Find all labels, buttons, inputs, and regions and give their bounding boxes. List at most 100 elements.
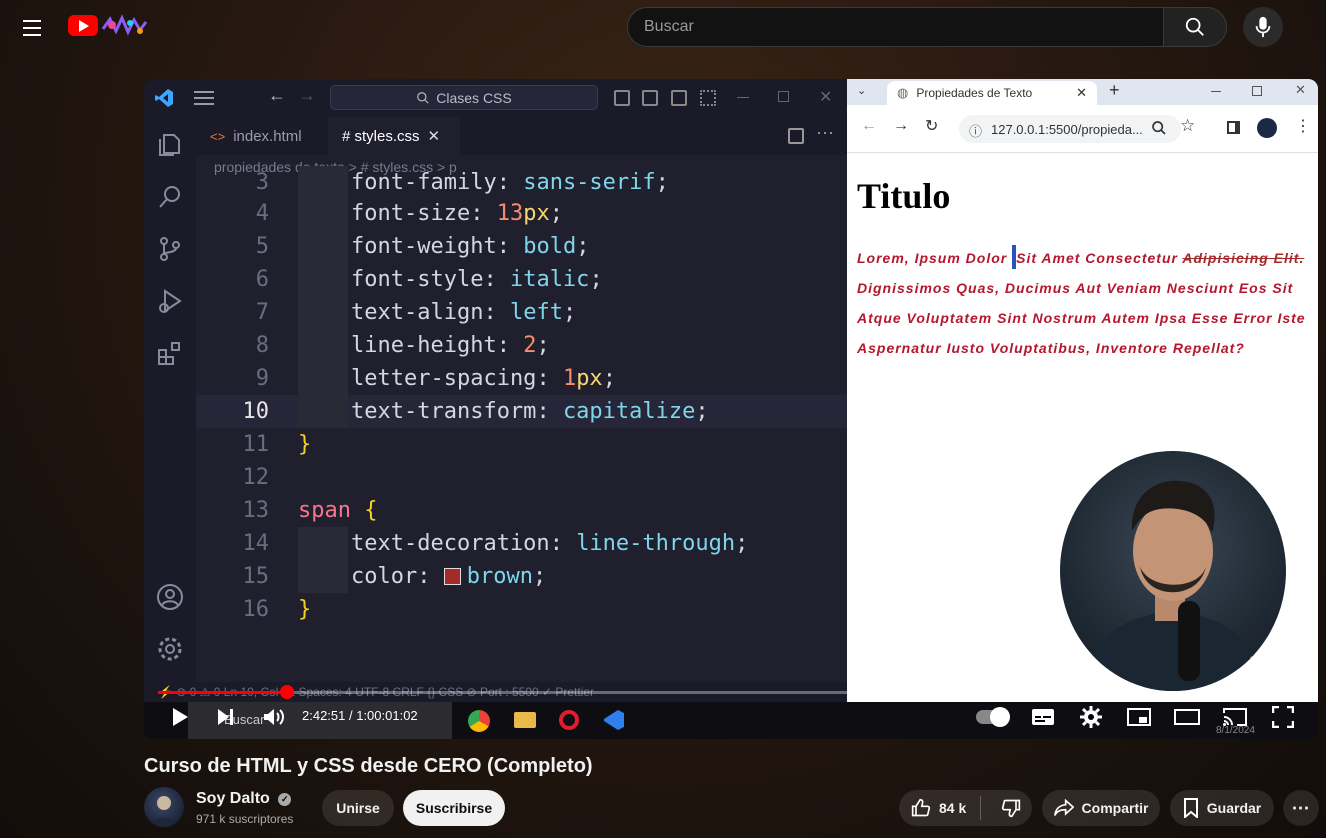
run-debug-icon[interactable] [156,287,184,315]
closing-brace: } [298,597,312,622]
css-property: font-style [351,267,484,292]
css-number: 1 [562,366,577,391]
subtitles-button[interactable] [1028,703,1058,731]
css-selector: span [298,498,351,523]
code-line: 7 text-align: left; [196,296,847,329]
menu-button[interactable] [14,10,50,46]
progress-bar[interactable] [158,691,1304,694]
like-button[interactable]: 84 k [911,796,982,820]
info-icon[interactable]: ⓘ [969,121,982,140]
autoplay-toggle[interactable] [974,703,1010,731]
voice-search-button[interactable] [1243,7,1283,47]
maximize-icon[interactable] [778,91,789,102]
channel-name[interactable]: Soy Dalto ✓ [196,790,292,808]
side-panel-icon[interactable] [1227,121,1240,134]
volume-button[interactable] [259,703,289,731]
page-heading: Titulo [857,176,951,216]
css-property: text-align [351,300,484,325]
theater-mode-button[interactable] [1172,703,1202,731]
close-icon[interactable]: ✕ [1295,82,1306,98]
like-count: 84 k [939,800,967,816]
bookmark-star-icon[interactable]: ☆ [1180,116,1195,136]
forward-arrow-icon[interactable]: → [298,85,316,106]
video-player[interactable]: ← → Clases CSS ✕ <> index.html # styles.… [144,79,1318,739]
tab-index-html[interactable]: <> index.html [196,117,328,155]
page-paragraph: Lorem, Ipsum Dolor Sit Amet Consectetur … [857,243,1312,363]
search-button[interactable] [1163,7,1227,47]
fullscreen-button[interactable] [1268,703,1298,731]
line-number: 12 [242,465,270,490]
toggle-panel-icon[interactable] [642,90,658,106]
profile-avatar[interactable] [1257,118,1277,138]
address-bar[interactable]: ⓘ 127.0.0.1:5500/propieda... [959,115,1181,143]
close-icon[interactable]: ✕ [819,87,832,107]
play-icon [173,708,188,726]
more-options-icon[interactable]: ⋮ [1295,116,1311,136]
thumbs-down-icon [1002,799,1021,818]
browser-tab[interactable]: ◍ Propiedades de Texto ✕ [887,81,1097,105]
close-tab-icon[interactable]: ✕ [1076,85,1087,101]
next-button[interactable] [212,703,240,731]
paragraph-text: Lorem, Ipsum Dolor [857,250,1013,266]
share-button[interactable]: Compartir [1042,790,1160,826]
play-button[interactable] [166,703,194,731]
customize-layout-icon[interactable] [700,90,716,106]
scrubber-handle[interactable] [280,685,294,699]
close-tab-icon[interactable]: ✕ [428,127,441,145]
command-center[interactable]: Clases CSS [330,85,598,110]
search-icon[interactable] [156,183,184,211]
back-arrow-icon[interactable]: ← [268,85,286,106]
reload-icon[interactable]: ↻ [925,116,938,136]
css-property: font-size [351,201,471,226]
account-icon[interactable] [156,583,184,611]
code-editor[interactable]: 3 font-family: sans-serif; 4 font-size: 13… [196,166,847,649]
extensions-icon[interactable] [156,339,184,367]
settings-gear-icon[interactable] [156,635,184,663]
settings-button[interactable] [1076,703,1106,731]
subscribe-button[interactable]: Suscribirse [403,790,505,826]
dislike-button[interactable] [989,798,1021,818]
youtube-logo[interactable] [68,15,98,36]
cast-button[interactable] [1220,703,1250,731]
browser-tabbar: ⌄ ◍ Propiedades de Texto ✕ + ✕ [847,79,1318,105]
minimize-icon[interactable] [737,97,749,98]
paragraph-text: Sit Amet Consectetur [1016,250,1183,266]
vscode-window: ← → Clases CSS ✕ <> index.html # styles.… [144,79,847,702]
tab-styles-css[interactable]: # styles.css ✕ [328,117,460,155]
maximize-icon[interactable] [1252,86,1262,96]
toggle-sidebar-icon[interactable] [614,90,630,106]
source-control-icon[interactable] [156,235,184,263]
back-arrow-icon[interactable]: ← [861,117,877,135]
zoom-icon[interactable] [1151,120,1167,136]
css-number: 2 [523,333,537,358]
forward-arrow-icon[interactable]: → [893,117,909,135]
line-number: 5 [255,234,269,259]
css-value: italic [509,267,590,292]
css-value: bold [523,234,577,259]
channel-avatar[interactable] [144,787,184,827]
save-button[interactable]: Guardar [1170,790,1274,826]
fullscreen-icon [1272,706,1294,728]
closing-brace: } [298,432,312,457]
bookmark-icon [1183,798,1198,818]
indent-guide [298,166,348,199]
more-actions-icon[interactable]: ⋯ [816,123,834,144]
search-input[interactable] [627,7,1165,47]
split-editor-icon[interactable] [788,128,804,144]
join-button[interactable]: Unirse [322,790,394,826]
line-number: 15 [242,564,270,589]
minimize-icon[interactable] [1211,91,1221,92]
activity-bar [144,117,196,702]
vscode-titlebar: ← → Clases CSS ✕ [144,79,847,117]
tab-search-icon[interactable]: ⌄ [857,84,866,97]
line-number: 9 [255,366,269,391]
explorer-icon[interactable] [156,131,184,159]
hamburger-icon[interactable] [194,91,214,105]
toggle-secondary-sidebar-icon[interactable] [671,90,687,106]
miniplayer-button[interactable] [1124,703,1154,731]
more-actions-button[interactable]: ⋯ [1283,790,1319,826]
css-value: line-through [576,531,736,556]
new-tab-icon[interactable]: + [1109,80,1120,101]
color-swatch[interactable] [443,568,461,585]
doodle-logo[interactable] [100,13,148,39]
